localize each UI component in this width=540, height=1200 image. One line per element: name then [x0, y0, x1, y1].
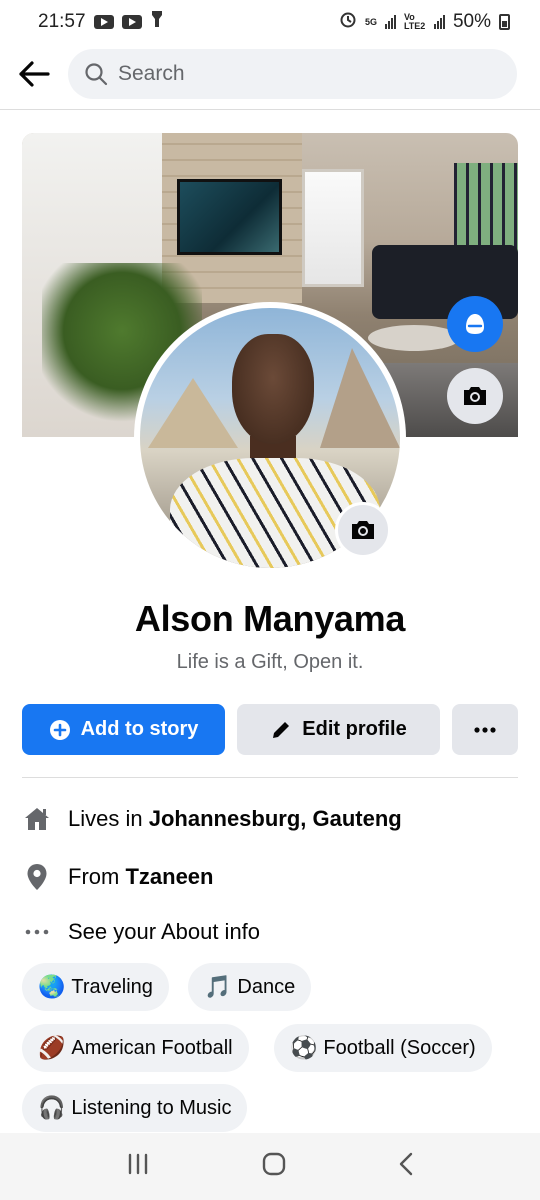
from-row: From Tzaneen: [22, 859, 518, 895]
battery-icon: [499, 14, 510, 30]
home-circle-icon: [262, 1152, 286, 1176]
avatar-button[interactable]: [447, 296, 503, 352]
back-button[interactable]: [18, 58, 50, 90]
status-bar: 21:57 5G Vo LTE2 50%: [0, 0, 540, 44]
football-icon: 🏈: [38, 1035, 66, 1061]
search-icon: [85, 63, 108, 86]
lives-in-place[interactable]: Johannesburg, Gauteng: [149, 806, 402, 832]
from-place[interactable]: Tzaneen: [125, 864, 213, 890]
about-info-row[interactable]: See your About info: [22, 914, 518, 950]
signal-icon-2: [433, 15, 445, 29]
hobby-chip-listening-to-music[interactable]: 🎧 Listening to Music: [22, 1084, 248, 1132]
globe-icon: 🌏: [38, 974, 66, 1000]
music-note-icon: 🎵: [204, 974, 232, 1000]
hobby-chip-american-football[interactable]: 🏈 American Football: [22, 1024, 249, 1072]
add-to-story-label: Add to story: [80, 718, 199, 740]
profile-name: Alson Manyama: [134, 598, 406, 639]
hobby-chip-dance[interactable]: 🎵 Dance: [188, 963, 312, 1011]
add-to-story-button[interactable]: Add to story: [22, 704, 225, 755]
top-bar: Search: [0, 44, 540, 110]
hobby-label: Football (Soccer): [323, 1036, 476, 1059]
alarm-icon: [339, 10, 357, 34]
profile-bio: Life is a Gift, Open it.: [176, 651, 364, 673]
hobby-label: Listening to Music: [71, 1096, 232, 1119]
add-circle-icon: [49, 719, 71, 741]
chevron-left-icon: [400, 1152, 413, 1176]
recent-apps-button[interactable]: [126, 1153, 150, 1180]
hobby-label: Traveling: [71, 975, 153, 998]
back-arrow-icon: [19, 61, 50, 87]
system-nav-bar: [0, 1133, 540, 1200]
battery-percent: 50%: [452, 11, 491, 32]
youtube-notification-icon: [93, 15, 114, 29]
avatar-icon: [466, 314, 484, 334]
more-options-button[interactable]: [452, 704, 518, 755]
hobby-chip-soccer[interactable]: ⚽ Football (Soccer): [274, 1024, 492, 1072]
signal-icon: [384, 15, 396, 29]
system-back-button[interactable]: [398, 1152, 414, 1181]
from-prefix: From: [68, 864, 126, 889]
lives-in-row: Lives in Johannesburg, Gauteng: [22, 801, 518, 837]
edit-profile-button[interactable]: Edit profile: [237, 704, 440, 755]
flashlight-icon: [150, 10, 164, 34]
edit-cover-camera-button[interactable]: [447, 368, 503, 424]
home-button[interactable]: [261, 1151, 287, 1182]
location-pin-icon: [22, 863, 52, 891]
profile-actions: Add to story Edit profile: [22, 704, 518, 755]
camera-icon: [352, 521, 374, 539]
recent-apps-icon: [128, 1153, 147, 1175]
search-placeholder: Search: [118, 62, 185, 85]
more-dots-icon: [474, 726, 496, 733]
headphones-icon: 🎧: [38, 1095, 66, 1121]
lives-in-prefix: Lives in: [68, 806, 149, 831]
volte-label: Vo LTE2: [403, 12, 426, 31]
about-info-link[interactable]: See your About info: [68, 919, 260, 945]
hobby-chip-traveling[interactable]: 🌏 Traveling: [22, 963, 169, 1011]
soccer-ball-icon: ⚽: [290, 1035, 318, 1061]
status-time: 21:57: [38, 11, 86, 32]
home-icon: [22, 806, 52, 832]
camera-icon: [464, 387, 486, 405]
ellipsis-icon: [22, 929, 52, 935]
edit-profile-label: Edit profile: [302, 718, 407, 740]
network-type: 5G: [364, 16, 377, 27]
hobby-label: Dance: [237, 975, 296, 998]
hobby-label: American Football: [71, 1036, 233, 1059]
edit-profile-picture-camera-button[interactable]: [335, 502, 391, 558]
youtube-notification-icon-2: [121, 15, 142, 29]
search-input[interactable]: Search: [68, 49, 517, 99]
divider: [22, 777, 518, 778]
pencil-icon: [270, 719, 292, 741]
